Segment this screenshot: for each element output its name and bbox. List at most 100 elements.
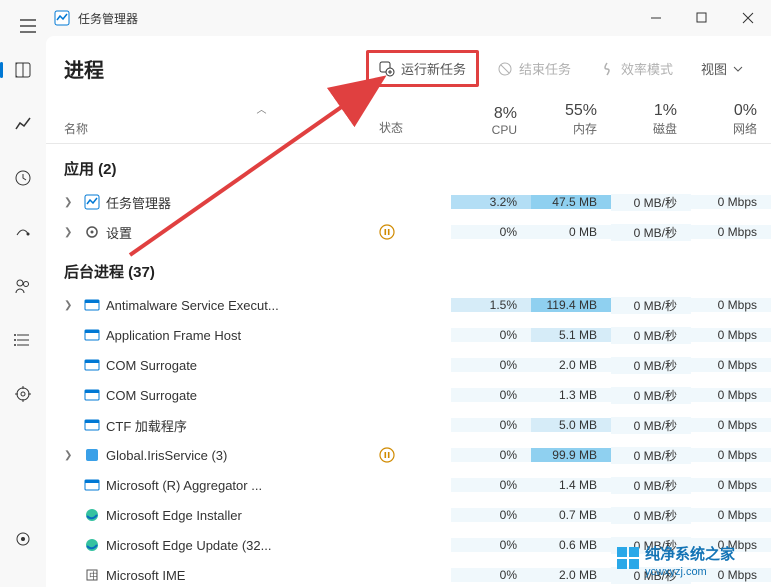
process-name: Microsoft Edge Update (32... bbox=[106, 538, 271, 553]
nav-details[interactable] bbox=[4, 324, 42, 356]
end-task-label: 结束任务 bbox=[519, 59, 571, 78]
nav-settings[interactable] bbox=[4, 523, 42, 555]
close-button[interactable] bbox=[725, 0, 771, 36]
process-list[interactable]: 应用 (2)❯任务管理器3.2%47.5 MB0 MB/秒0 Mbps❯设置0%… bbox=[46, 144, 771, 587]
minimize-button[interactable] bbox=[633, 0, 679, 36]
net-cell: 0 Mbps bbox=[691, 448, 771, 462]
net-cell: 0 Mbps bbox=[691, 225, 771, 239]
col-disk-header[interactable]: 1%磁盘 bbox=[611, 102, 691, 137]
disk-cell: 0 MB/秒 bbox=[611, 224, 691, 241]
cpu-cell: 0% bbox=[451, 568, 531, 582]
hamburger-button[interactable] bbox=[10, 8, 46, 44]
paused-icon bbox=[379, 224, 395, 240]
cpu-cell: 0% bbox=[451, 388, 531, 402]
nav-users[interactable] bbox=[4, 270, 42, 302]
nav-processes[interactable] bbox=[4, 54, 42, 86]
disk-cell: 0 MB/秒 bbox=[611, 447, 691, 464]
table-row[interactable]: COM Surrogate0%1.3 MB0 MB/秒0 Mbps bbox=[46, 380, 771, 410]
table-header: ︿ 名称 状态 8%CPU 55%内存 1%磁盘 0%网络 bbox=[46, 97, 771, 144]
gear-icon bbox=[14, 530, 32, 548]
expand-chevron-icon[interactable]: ❯ bbox=[64, 450, 78, 461]
cpu-cell: 3.2% bbox=[451, 195, 531, 209]
users-icon bbox=[14, 277, 32, 295]
view-dropdown[interactable]: 视图 bbox=[691, 53, 753, 84]
paused-icon bbox=[379, 447, 395, 463]
table-row[interactable]: Application Frame Host0%5.1 MB0 MB/秒0 Mb… bbox=[46, 320, 771, 350]
net-cell: 0 Mbps bbox=[691, 195, 771, 209]
process-icon bbox=[84, 387, 100, 403]
process-name: COM Surrogate bbox=[106, 388, 197, 403]
expand-chevron-icon[interactable]: ❯ bbox=[64, 197, 78, 208]
table-row[interactable]: COM Surrogate0%2.0 MB0 MB/秒0 Mbps bbox=[46, 350, 771, 380]
details-icon bbox=[14, 331, 32, 349]
process-name: Global.IrisService (3) bbox=[106, 448, 227, 463]
cpu-cell: 1.5% bbox=[451, 298, 531, 312]
sidebar bbox=[0, 36, 46, 587]
nav-app-history[interactable] bbox=[4, 162, 42, 194]
efficiency-mode-button[interactable]: 效率模式 bbox=[589, 53, 683, 84]
process-icon bbox=[84, 537, 100, 553]
efficiency-icon bbox=[599, 61, 615, 77]
maximize-button[interactable] bbox=[679, 0, 725, 36]
sort-indicator[interactable]: ︿ bbox=[257, 101, 267, 116]
cpu-cell: 0% bbox=[451, 508, 531, 522]
svg-text:纯净系统之家: 纯净系统之家 bbox=[645, 545, 735, 563]
disk-cell: 0 MB/秒 bbox=[611, 507, 691, 524]
disk-cell: 0 MB/秒 bbox=[611, 357, 691, 374]
mem-cell: 2.0 MB bbox=[531, 568, 611, 582]
expand-chevron-icon[interactable]: ❯ bbox=[64, 300, 78, 311]
services-icon bbox=[14, 385, 32, 403]
process-name: 设置 bbox=[106, 223, 132, 242]
expand-chevron-icon[interactable]: ❯ bbox=[64, 227, 78, 238]
run-new-task-button[interactable]: 运行新任务 bbox=[366, 50, 479, 87]
disk-cell: 0 MB/秒 bbox=[611, 194, 691, 211]
process-icon bbox=[84, 567, 100, 583]
status-cell bbox=[379, 447, 451, 463]
disk-cell: 0 MB/秒 bbox=[611, 297, 691, 314]
watermark-logo: 纯净系统之家 ycwxyzj.com bbox=[611, 539, 771, 587]
col-status-header[interactable]: 状态 bbox=[379, 121, 403, 135]
cpu-cell: 0% bbox=[451, 538, 531, 552]
performance-icon bbox=[14, 115, 32, 133]
table-row[interactable]: ❯Antimalware Service Execut...1.5%119.4 … bbox=[46, 290, 771, 320]
run-task-icon bbox=[379, 61, 395, 77]
process-name: CTF 加载程序 bbox=[106, 416, 187, 435]
table-row[interactable]: ❯任务管理器3.2%47.5 MB0 MB/秒0 Mbps bbox=[46, 187, 771, 217]
col-mem-header[interactable]: 55%内存 bbox=[531, 102, 611, 137]
col-net-header[interactable]: 0%网络 bbox=[691, 102, 771, 137]
mem-cell: 119.4 MB bbox=[531, 298, 611, 312]
table-row[interactable]: ❯Global.IrisService (3)0%99.9 MB0 MB/秒0 … bbox=[46, 440, 771, 470]
nav-performance[interactable] bbox=[4, 108, 42, 140]
col-cpu-header[interactable]: 8%CPU bbox=[451, 105, 531, 137]
group-header: 后台进程 (37) bbox=[46, 247, 771, 290]
table-row[interactable]: Microsoft (R) Aggregator ...0%1.4 MB0 MB… bbox=[46, 470, 771, 500]
end-task-button[interactable]: 结束任务 bbox=[487, 53, 581, 84]
cpu-cell: 0% bbox=[451, 448, 531, 462]
table-row[interactable]: CTF 加载程序0%5.0 MB0 MB/秒0 Mbps bbox=[46, 410, 771, 440]
col-name-header[interactable]: 名称 bbox=[64, 120, 379, 137]
net-cell: 0 Mbps bbox=[691, 508, 771, 522]
svg-text:ycwxyzj.com: ycwxyzj.com bbox=[645, 566, 707, 578]
menu-icon bbox=[20, 19, 36, 33]
process-name: 任务管理器 bbox=[106, 193, 171, 212]
disk-cell: 0 MB/秒 bbox=[611, 477, 691, 494]
content-panel: 进程 运行新任务 结束任务 效率模式 视图 ︿ 名称 bbox=[46, 36, 771, 587]
net-cell: 0 Mbps bbox=[691, 328, 771, 342]
mem-cell: 5.0 MB bbox=[531, 418, 611, 432]
nav-startup[interactable] bbox=[4, 216, 42, 248]
chevron-down-icon bbox=[733, 64, 743, 74]
process-name: Microsoft IME bbox=[106, 568, 185, 583]
mem-cell: 0.7 MB bbox=[531, 508, 611, 522]
app-icon bbox=[54, 10, 70, 26]
disk-cell: 0 MB/秒 bbox=[611, 327, 691, 344]
process-icon bbox=[84, 417, 100, 433]
table-row[interactable]: Microsoft Edge Installer0%0.7 MB0 MB/秒0 … bbox=[46, 500, 771, 530]
table-row[interactable]: ❯设置0%0 MB0 MB/秒0 Mbps bbox=[46, 217, 771, 247]
cpu-cell: 0% bbox=[451, 478, 531, 492]
nav-services[interactable] bbox=[4, 378, 42, 410]
window-title: 任务管理器 bbox=[78, 10, 138, 27]
disk-cell: 0 MB/秒 bbox=[611, 387, 691, 404]
maximize-icon bbox=[696, 12, 708, 24]
process-icon bbox=[84, 327, 100, 343]
mem-cell: 0 MB bbox=[531, 225, 611, 239]
